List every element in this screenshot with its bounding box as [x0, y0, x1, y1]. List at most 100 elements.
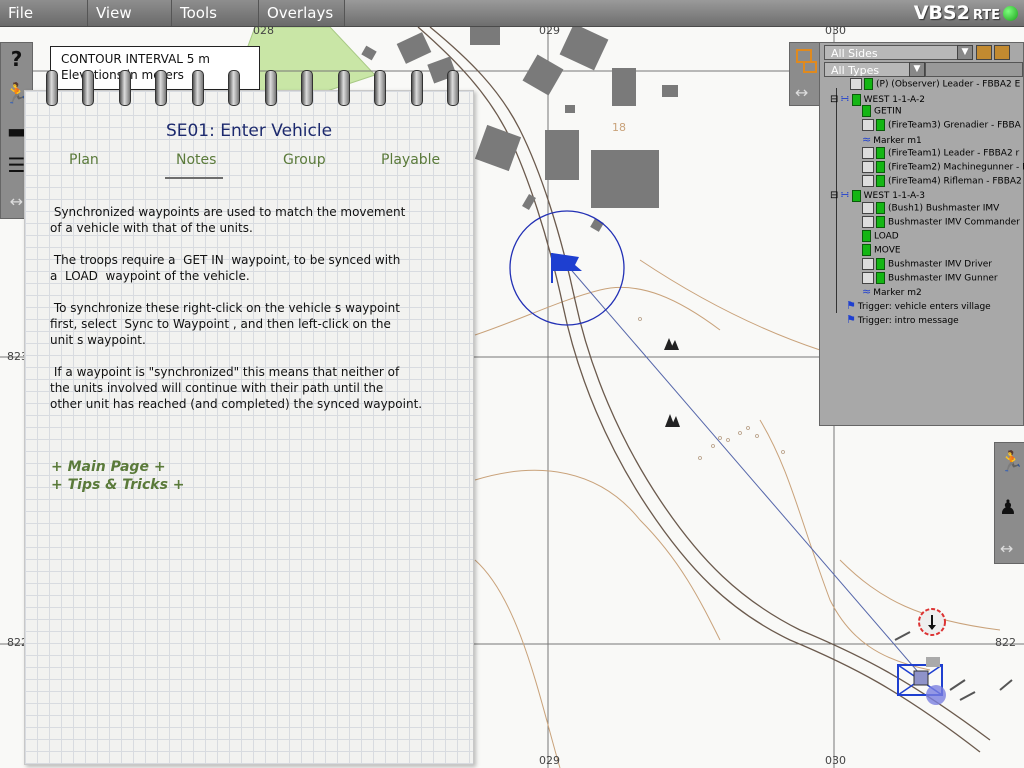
status-icon	[876, 119, 885, 131]
grid-label-030-bottom: 030	[825, 754, 846, 767]
unit-icon	[862, 161, 874, 173]
types-select[interactable]: All Types	[824, 62, 914, 77]
notepad-title: SE01: Enter Vehicle	[165, 121, 333, 141]
chevron-down-icon[interactable]: ▼	[957, 45, 973, 60]
logo-suffix: RTE	[972, 8, 1000, 23]
vbs2-logo: VBS2 RTE	[914, 2, 1018, 24]
tree-item[interactable]: MOVE	[862, 244, 901, 257]
marker-icon: ≈	[862, 133, 872, 146]
status-icon	[862, 230, 871, 242]
briefing-notepad: SE01: Enter Vehicle Plan Notes Group Pla…	[24, 90, 474, 765]
search-input[interactable]	[925, 62, 1023, 77]
status-icon	[876, 258, 885, 270]
vehicle-icon	[862, 202, 874, 214]
marker-icon: ≈	[862, 285, 872, 298]
menu-tools[interactable]: Tools	[172, 0, 259, 26]
tab-playable[interactable]: Playable	[381, 152, 440, 168]
tree-item[interactable]: Bushmaster IMV Commander	[862, 216, 1020, 229]
group-icon: ∺	[840, 92, 850, 105]
peak-markers	[664, 338, 680, 427]
resize-arrows-icon[interactable]: ↔	[1000, 539, 1013, 558]
rocks	[638, 317, 785, 460]
mission-tree-panel: All Sides ▼ All Types ▼ (P) (Observer) L…	[819, 42, 1024, 426]
tab-plan[interactable]: Plan	[69, 152, 99, 168]
tree-side-toolbar: ↔	[789, 42, 821, 106]
hierarchy-sub-icon	[803, 61, 817, 73]
menu-file[interactable]: File	[0, 0, 88, 26]
menu-bar: File View Tools Overlays VBS2 RTE	[0, 0, 1024, 27]
notes-paragraph-1: Synchronized waypoints are used to match…	[50, 205, 406, 235]
tree-item[interactable]: ⚑ Trigger: vehicle enters village	[846, 299, 991, 312]
unit-icon	[862, 216, 874, 228]
status-icon	[876, 202, 885, 214]
house-number: 18	[612, 121, 626, 134]
tree-item[interactable]: (FireTeam2) Machinegunner - F	[862, 161, 1024, 174]
status-icon	[851, 189, 861, 202]
group-icon: ∺	[840, 188, 850, 201]
vehicle-waypoint-icon[interactable]	[894, 657, 954, 717]
tab-notes[interactable]: Notes	[176, 152, 216, 168]
grid-label-029-top: 029	[539, 24, 560, 37]
unit-icon	[862, 147, 874, 159]
resize-arrows-icon[interactable]: ↔	[795, 83, 808, 102]
waypoint-flag-icon[interactable]	[549, 249, 585, 285]
trigger-flag-icon: ⚑	[846, 313, 856, 326]
help-icon[interactable]: ?	[4, 47, 29, 72]
tree-item[interactable]: ⚑ Trigger: intro message	[846, 313, 959, 326]
tree-item[interactable]: GETIN	[862, 105, 902, 118]
status-icon	[864, 78, 873, 90]
grid-label-030-top: 030	[825, 24, 846, 37]
status-icon	[862, 105, 871, 117]
chevron-down-icon[interactable]: ▼	[909, 62, 925, 77]
menu-view[interactable]: View	[88, 0, 172, 26]
tree-item[interactable]: (P) (Observer) Leader - FBBA2 E	[850, 78, 1020, 91]
status-icon	[876, 147, 885, 159]
group-units-icon[interactable]: ♟	[999, 495, 1017, 519]
main-page-link[interactable]: + Main Page +	[51, 459, 166, 475]
active-tab-underline	[165, 177, 223, 179]
tab-group[interactable]: Group	[283, 152, 326, 168]
right-toolbar: 🏃 ♟ ↔	[994, 442, 1024, 564]
notes-paragraph-3: To synchronize these right-click on the …	[50, 301, 400, 347]
unit-icon	[850, 78, 862, 90]
trigger-flag-icon: ⚑	[846, 299, 856, 312]
collapse-icon[interactable]: ⊟	[830, 190, 838, 201]
status-icon	[876, 272, 885, 284]
tips-tricks-link[interactable]: + Tips & Tricks +	[51, 477, 185, 493]
add-unit-icon[interactable]: 🏃	[999, 449, 1024, 473]
tree-item[interactable]: LOAD	[862, 230, 899, 243]
notepad-spiral	[24, 70, 472, 110]
notes-paragraph-4: If a waypoint is "synchronized" this mea…	[50, 365, 423, 411]
unit-icon	[862, 175, 874, 187]
tree-item[interactable]: Bushmaster IMV Driver	[862, 258, 992, 271]
compass-marker-icon[interactable]	[917, 607, 947, 637]
tree-item[interactable]: (Bush1) Bushmaster IMV	[862, 202, 999, 215]
tree-item[interactable]: (FireTeam4) Rifleman - FBBA2	[862, 175, 1022, 188]
sides-select[interactable]: All Sides	[824, 45, 962, 60]
notes-paragraph-2: The troops require a GET IN waypoint, to…	[50, 253, 401, 283]
status-icon	[862, 244, 871, 256]
logo-main: VBS2	[913, 2, 970, 24]
status-icon	[876, 161, 885, 173]
tree-item[interactable]: Bushmaster IMV Gunner	[862, 272, 998, 285]
status-icon	[851, 93, 861, 106]
grid-label-028: 028	[253, 24, 274, 37]
tree-item[interactable]: ≈ Marker m2	[862, 285, 922, 298]
grid-label-822-right: 822	[995, 636, 1016, 649]
tree-item[interactable]: (FireTeam3) Grenadier - FBBA	[862, 119, 1021, 132]
unit-icon	[862, 272, 874, 284]
contour-interval-text: CONTOUR INTERVAL 5 m	[61, 52, 210, 66]
tree-item[interactable]: ≈ Marker m1	[862, 133, 922, 146]
tree-item[interactable]: ⊟ ∺ WEST 1-1-A-3	[830, 188, 925, 202]
filter-icon[interactable]	[976, 45, 992, 60]
menu-overlays[interactable]: Overlays	[259, 0, 345, 26]
tree-item[interactable]: (FireTeam1) Leader - FBBA2 r	[862, 147, 1019, 160]
status-icon	[876, 175, 885, 187]
filter-icon-2[interactable]	[994, 45, 1010, 60]
collapse-icon[interactable]: ⊟	[830, 94, 838, 105]
unit-icon	[862, 258, 874, 270]
tree-item[interactable]: ⊟ ∺ WEST 1-1-A-2	[830, 92, 925, 106]
status-icon	[876, 216, 885, 228]
unit-icon	[862, 119, 874, 131]
grid-label-029-bottom: 029	[539, 754, 560, 767]
